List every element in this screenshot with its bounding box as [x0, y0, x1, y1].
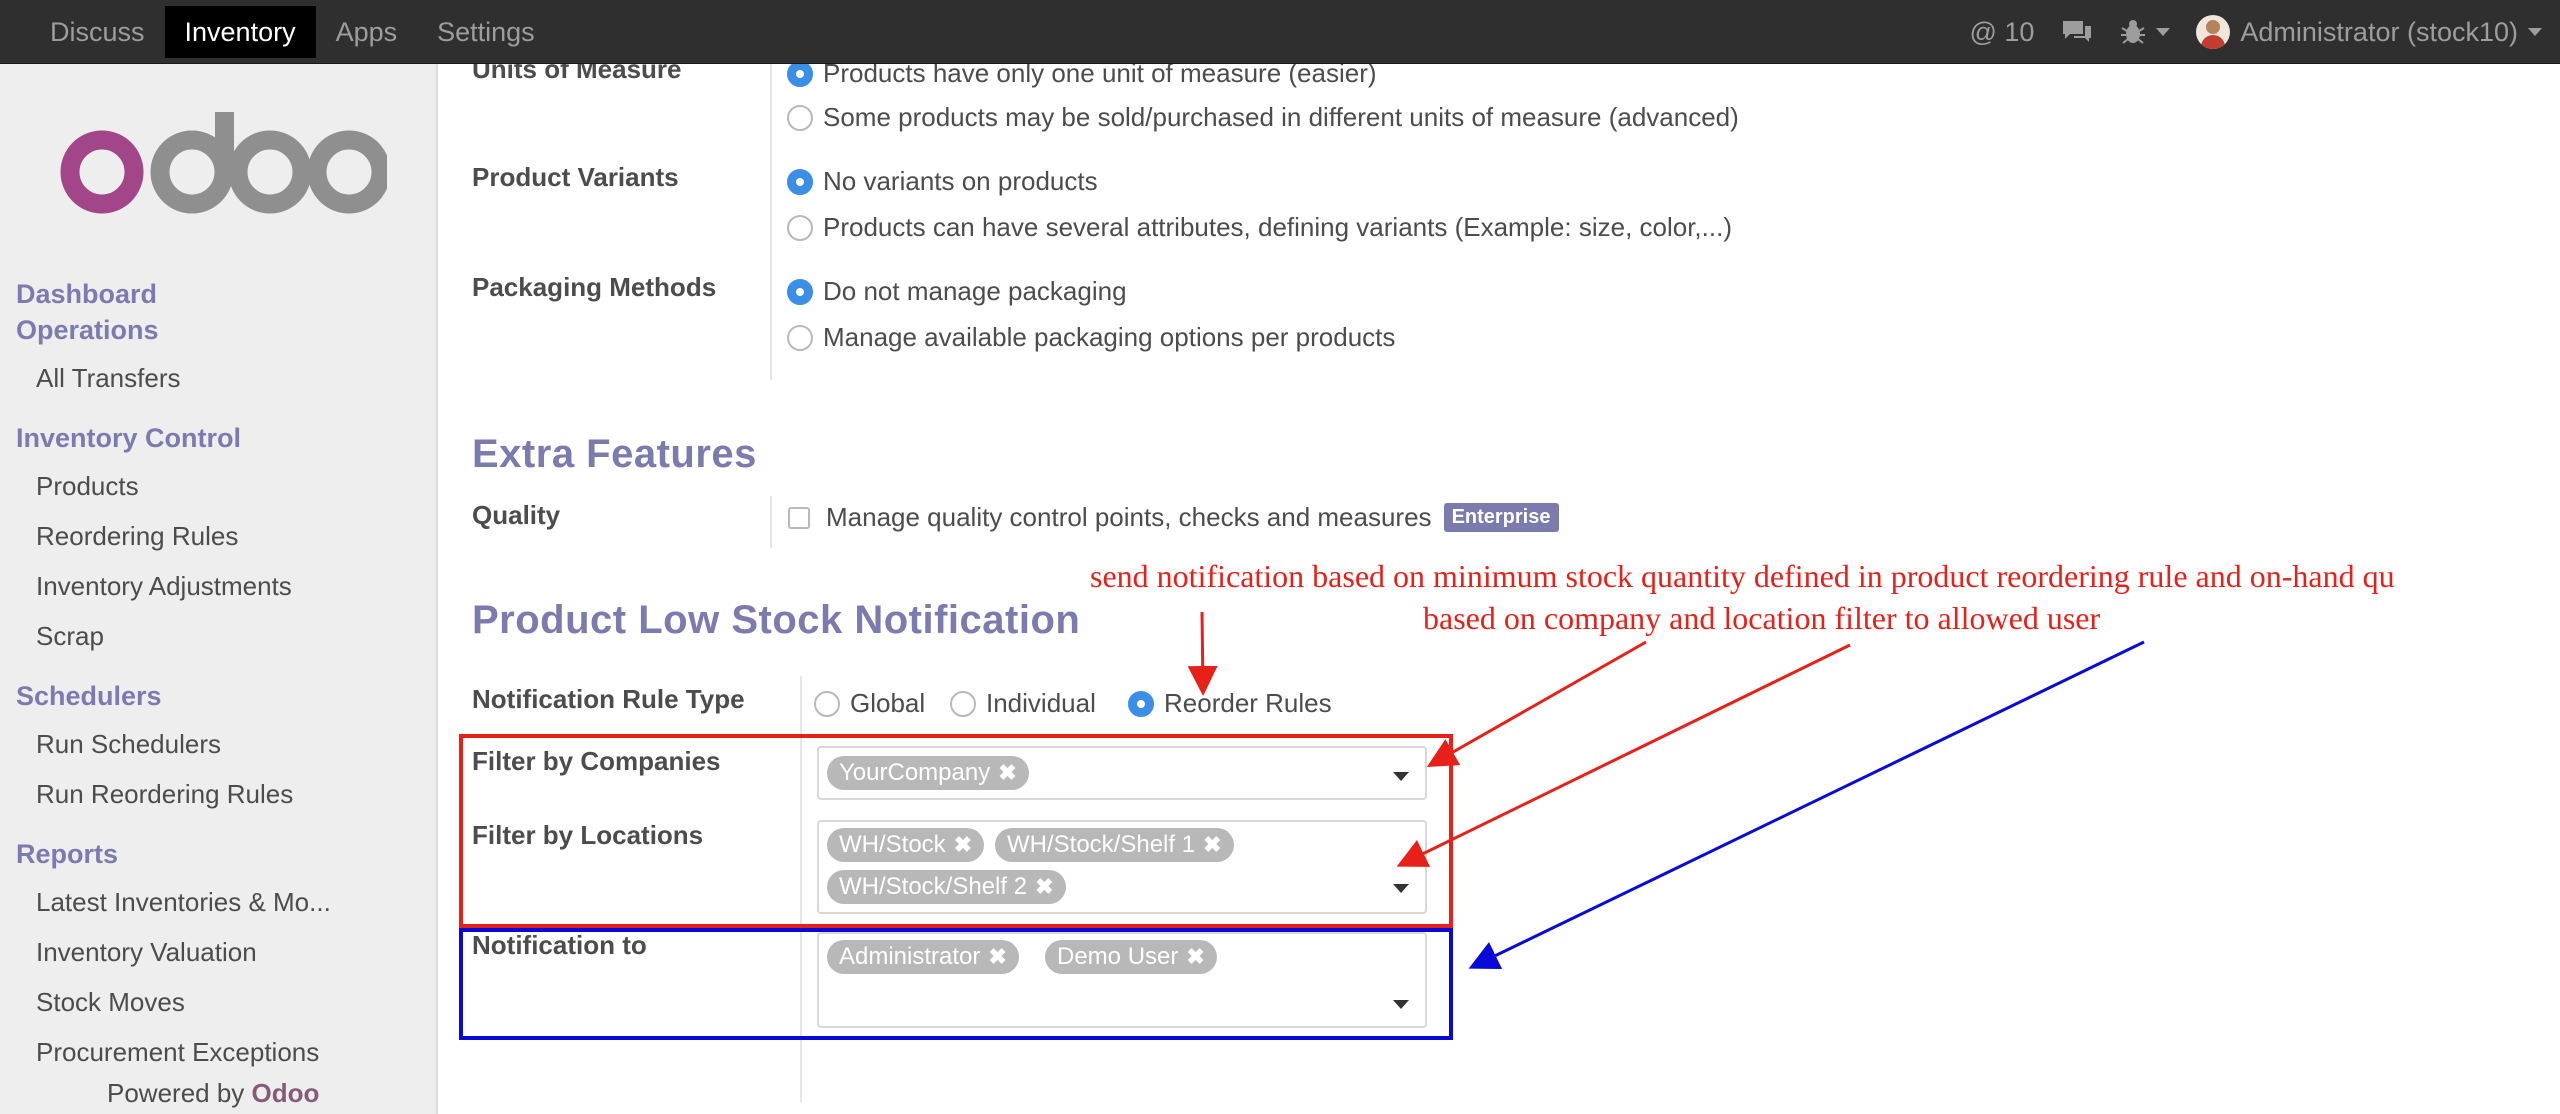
- arrow-to-companies: [1426, 640, 1647, 767]
- arrow-to-reorder-rules: [1187, 611, 1218, 696]
- arrow-to-notification: [1468, 640, 2145, 970]
- arrow-to-locations: [1396, 643, 1851, 867]
- annotation-arrows: [1187, 611, 2145, 970]
